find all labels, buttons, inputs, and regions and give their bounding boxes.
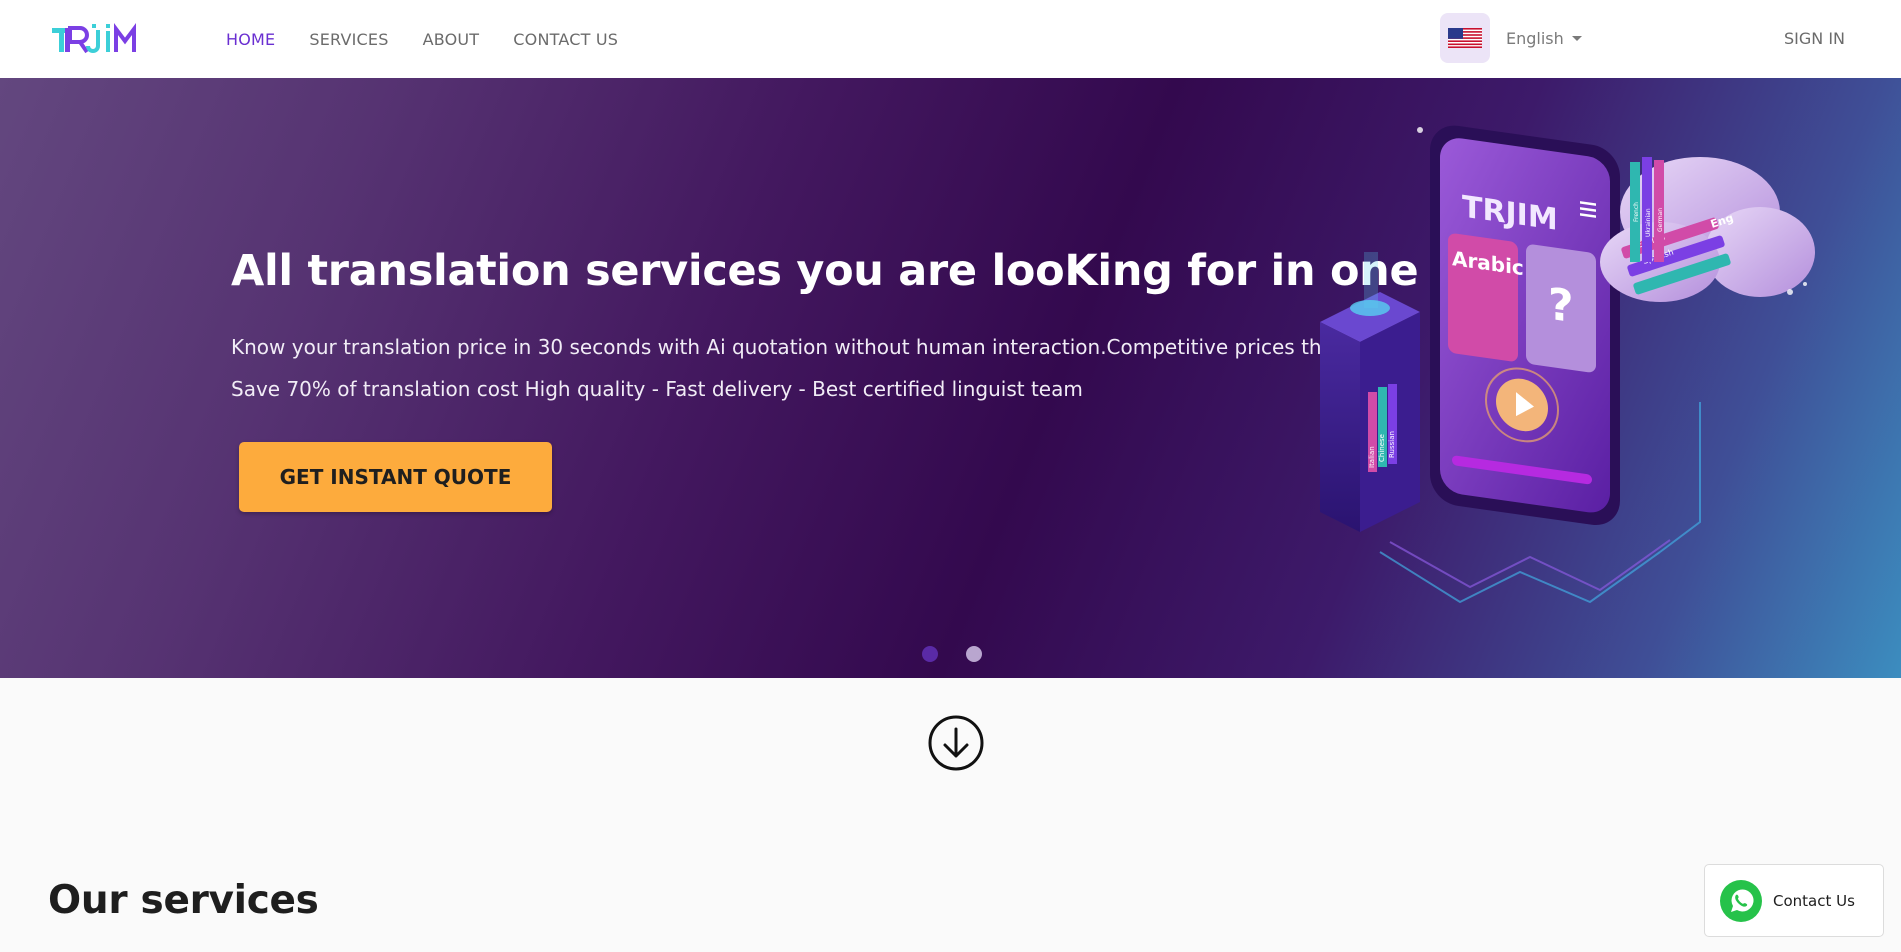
book-russian: Russian bbox=[1388, 431, 1396, 458]
nav-about[interactable]: ABOUT bbox=[423, 30, 480, 49]
hero-subtitle: Know your translation price in 30 second… bbox=[231, 335, 1342, 401]
book-chinese: Chinese bbox=[1378, 434, 1386, 462]
sign-in-link[interactable]: SIGN IN bbox=[1784, 29, 1845, 48]
page: HOME SERVICES ABOUT CONTACT US English S… bbox=[0, 0, 1901, 952]
nav-home[interactable]: HOME bbox=[226, 30, 275, 49]
language-dropdown[interactable]: English bbox=[1506, 29, 1582, 48]
caret-down-icon bbox=[1571, 36, 1582, 41]
card-question-mark: ? bbox=[1548, 279, 1574, 333]
whatsapp-icon bbox=[1720, 879, 1762, 922]
us-flag-icon bbox=[1448, 28, 1482, 48]
side-book-ukrainian: Ukrainian bbox=[1645, 208, 1652, 237]
carousel-dot-2[interactable] bbox=[966, 646, 982, 662]
language-flag-button[interactable] bbox=[1440, 13, 1490, 63]
whatsapp-contact-widget[interactable]: Contact Us bbox=[1704, 864, 1884, 937]
services-heading: Our services bbox=[48, 878, 319, 923]
nav-contact-us[interactable]: CONTACT US bbox=[513, 30, 618, 49]
nav-services[interactable]: SERVICES bbox=[309, 30, 388, 49]
contact-us-label: Contact Us bbox=[1773, 891, 1855, 910]
get-instant-quote-button[interactable]: GET INSTANT QUOTE bbox=[239, 442, 552, 512]
language-label: English bbox=[1506, 29, 1564, 48]
side-book-german: German bbox=[1657, 208, 1664, 232]
navbar: HOME SERVICES ABOUT CONTACT US English S… bbox=[0, 0, 1901, 78]
carousel-indicators bbox=[922, 646, 982, 662]
trjim-logo[interactable] bbox=[48, 20, 150, 56]
side-book-french: French bbox=[1633, 202, 1640, 222]
book-italian: Italian bbox=[1368, 446, 1376, 468]
carousel-dot-1[interactable] bbox=[922, 646, 938, 662]
hero-illustration: TRJIM Arabic ? Italian Chinese Russian E… bbox=[1320, 125, 1815, 604]
arrow-down-circle-icon[interactable] bbox=[927, 714, 985, 772]
hero-banner: All translation services you are looKing… bbox=[0, 78, 1901, 678]
main-nav: HOME SERVICES ABOUT CONTACT US bbox=[226, 0, 618, 78]
